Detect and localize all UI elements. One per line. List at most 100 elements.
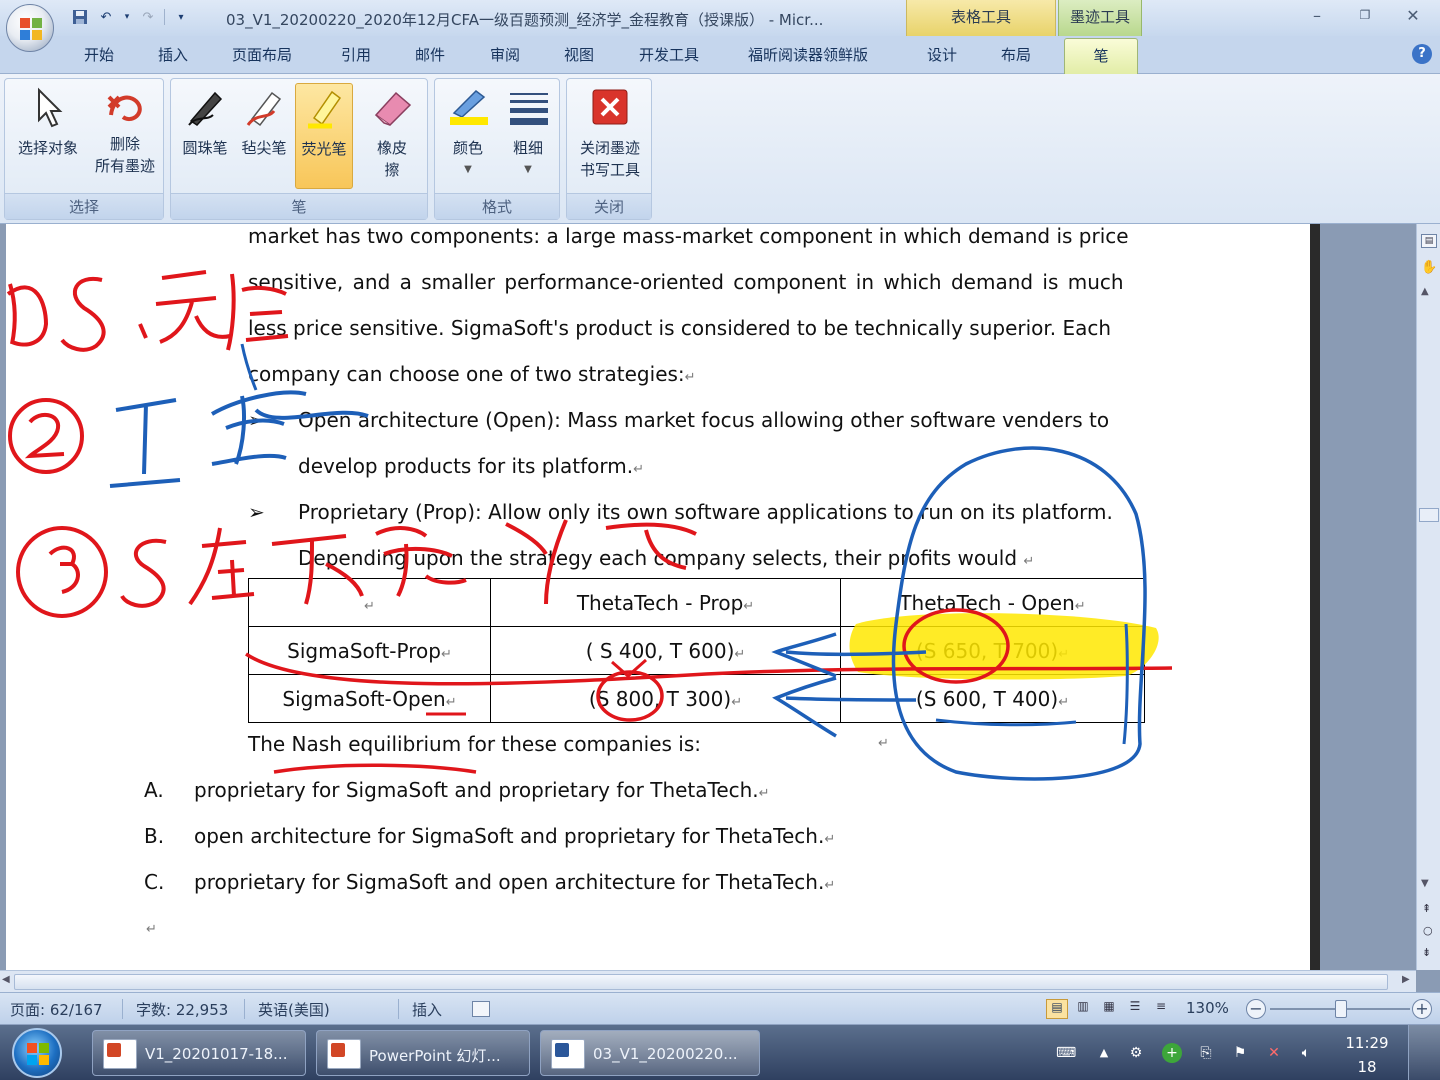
tab-mailings[interactable]: 邮件 xyxy=(415,44,445,65)
option-c-letter: C. xyxy=(144,870,165,894)
select-browse-object-icon[interactable]: ○ xyxy=(1423,924,1433,937)
scroll-right-icon[interactable]: ▶ xyxy=(1402,974,1410,985)
table-row: SigmaSoft-Open↵ (S 800, T 300)↵ (S 600, … xyxy=(248,674,1145,723)
table-cell[interactable]: SigmaSoft-Prop↵ xyxy=(248,626,491,675)
table-cell[interactable]: (S 650, T 700)↵ xyxy=(840,626,1145,675)
action-center-flag-icon[interactable]: ⚑ xyxy=(1230,1043,1250,1063)
undo-dropdown-icon[interactable]: ▾ xyxy=(122,7,132,27)
ink-color-label: 颜色 xyxy=(452,139,483,157)
felt-tip-pen-button[interactable]: 毡尖笔 xyxy=(235,83,293,159)
insert-mode[interactable]: 插入 xyxy=(412,999,442,1020)
close-ink-tools-button[interactable]: 关闭墨迹 书写工具 xyxy=(571,83,649,181)
document-page[interactable]: market has two components: a large mass-… xyxy=(6,224,1310,970)
save-icon[interactable] xyxy=(70,7,90,27)
tab-design[interactable]: 设计 xyxy=(927,44,957,65)
ink-stroke xyxy=(273,763,477,774)
tab-view[interactable]: 视图 xyxy=(564,44,594,65)
keyboard-icon[interactable]: ⌨ xyxy=(1056,1043,1076,1063)
ballpoint-pen-button[interactable]: 圆珠笔 xyxy=(175,83,235,159)
tab-home[interactable]: 开始 xyxy=(84,44,114,65)
window-title: 03_V1_20200220_2020年12月CFA一级百题预测_经济学_金程教… xyxy=(226,11,824,29)
ink-stroke xyxy=(188,527,255,606)
undo-icon[interactable]: ↶ xyxy=(96,7,116,27)
page-count[interactable]: 页面: 62/167 xyxy=(10,999,103,1020)
zoom-level[interactable]: 130% xyxy=(1186,999,1229,1017)
redo-icon[interactable]: ↷ xyxy=(138,7,158,27)
tab-page-layout[interactable]: 页面布局 xyxy=(232,44,292,65)
option-a-letter: A. xyxy=(144,778,164,802)
payoff-table: ↵ ThetaTech - Prop↵ ThetaTech - Open↵ Si… xyxy=(248,578,1145,723)
close-window-icon[interactable]: ✕ xyxy=(1402,6,1424,25)
ink-color-icon xyxy=(444,83,492,131)
ink-thickness-button[interactable]: 粗细 ▼ xyxy=(499,83,557,181)
macro-record-icon[interactable] xyxy=(472,1001,490,1017)
security-plus-icon[interactable]: + xyxy=(1162,1043,1182,1063)
show-desktop-button[interactable] xyxy=(1408,1025,1440,1080)
scroll-left-icon[interactable]: ◀ xyxy=(2,974,10,985)
tab-developer[interactable]: 开发工具 xyxy=(639,44,699,65)
paragraph-mark: ↵ xyxy=(146,922,157,937)
ribbon-tabs: 开始 插入 页面布局 引用 邮件 审阅 视图 开发工具 福昕阅读器领鲜版 设计 … xyxy=(0,36,1440,74)
customize-toolbar-icon[interactable]: ▾ xyxy=(171,7,191,27)
scroll-down-icon[interactable]: ▼ xyxy=(1421,878,1429,889)
restore-icon[interactable]: ❐ xyxy=(1354,8,1376,22)
select-group-label: 选择 xyxy=(5,193,163,219)
table-cell[interactable]: ( S 400, T 600)↵ xyxy=(490,626,841,675)
tab-review[interactable]: 审阅 xyxy=(490,44,520,65)
table-cell[interactable]: ThetaTech - Prop↵ xyxy=(490,578,841,627)
office-button[interactable] xyxy=(6,4,54,52)
table-cell[interactable]: (S 600, T 400)↵ xyxy=(840,674,1145,723)
network-icon[interactable]: ⚙ xyxy=(1126,1043,1146,1063)
network-disconnected-icon[interactable]: ✕ xyxy=(1264,1043,1284,1063)
draft-view-icon[interactable]: ≡ xyxy=(1150,999,1172,1019)
context-tab-ink-tools: 墨迹工具 xyxy=(1058,0,1142,36)
full-screen-reading-icon[interactable]: ▥ xyxy=(1072,999,1094,1019)
taskbar-item-powerpoint-1[interactable]: V1_20201017-18... xyxy=(92,1030,306,1076)
close-group: 关闭墨迹 书写工具 关闭 xyxy=(566,78,652,220)
ink-color-button[interactable]: 颜色 ▼ xyxy=(439,83,497,181)
clipboard-icon[interactable]: ⎘ xyxy=(1196,1043,1216,1063)
table-cell[interactable]: ThetaTech - Open↵ xyxy=(840,578,1145,627)
volume-icon[interactable]: 🔈︎ xyxy=(1296,1043,1316,1063)
minimize-icon[interactable]: – xyxy=(1306,6,1328,25)
zoom-out-icon[interactable]: − xyxy=(1246,999,1266,1019)
zoom-in-icon[interactable]: + xyxy=(1412,999,1432,1019)
tab-insert[interactable]: 插入 xyxy=(158,44,188,65)
web-layout-icon[interactable]: ▦ xyxy=(1098,999,1120,1019)
start-button[interactable] xyxy=(12,1028,62,1078)
table-cell[interactable]: ↵ xyxy=(248,578,491,627)
help-icon[interactable]: ? xyxy=(1412,44,1432,64)
taskbar-item-word[interactable]: 03_V1_20200220... xyxy=(540,1030,760,1076)
outline-view-icon[interactable]: ☰ xyxy=(1124,999,1146,1019)
table-cell[interactable]: SigmaSoft-Open↵ xyxy=(248,674,491,723)
scrollbar-thumb[interactable] xyxy=(1419,508,1439,522)
language[interactable]: 英语(美国) xyxy=(258,999,330,1020)
scrollbar-thumb[interactable] xyxy=(14,974,1388,990)
word-count[interactable]: 字数: 22,953 xyxy=(136,999,228,1020)
ruler-toggle-icon[interactable]: ▤ xyxy=(1421,234,1437,248)
tab-foxit-reader[interactable]: 福昕阅读器领鲜版 xyxy=(748,44,868,65)
ink-stroke xyxy=(48,545,80,594)
taskbar-item-powerpoint-2[interactable]: PowerPoint 幻灯... xyxy=(316,1030,530,1076)
tab-layout[interactable]: 布局 xyxy=(1001,44,1031,65)
option-a-text: proprietary for SigmaSoft and proprietar… xyxy=(194,778,770,802)
print-layout-view-icon[interactable]: ▤ xyxy=(1046,999,1068,1019)
horizontal-scrollbar[interactable]: ◀ ▶ xyxy=(0,970,1416,992)
next-page-icon[interactable]: ⇟ xyxy=(1422,946,1431,959)
eraser-button[interactable]: 橡皮 擦 xyxy=(361,83,423,181)
tab-references[interactable]: 引用 xyxy=(341,44,371,65)
delete-all-ink-button[interactable]: 删除 所有墨迹 xyxy=(87,83,163,177)
tab-pen[interactable]: 笔 xyxy=(1064,38,1138,74)
pan-hand-icon[interactable]: ✋ xyxy=(1421,260,1437,276)
taskbar-item-label: 03_V1_20200220... xyxy=(593,1045,738,1063)
system-clock[interactable]: 11:29 18 xyxy=(1336,1031,1398,1079)
table-cell[interactable]: (S 800, T 300)↵ xyxy=(490,674,841,723)
highlighter-button[interactable]: 荧光笔 xyxy=(295,83,353,189)
select-objects-button[interactable]: 选择对象 xyxy=(9,83,87,159)
vertical-scrollbar[interactable]: ▤ ✋ ▲ ▼ ⇞ ○ ⇟ xyxy=(1416,224,1440,970)
zoom-slider-knob[interactable] xyxy=(1335,1000,1347,1018)
chevron-down-icon: ▼ xyxy=(464,164,472,175)
previous-page-icon[interactable]: ⇞ xyxy=(1422,902,1431,915)
scroll-up-icon[interactable]: ▲ xyxy=(1421,286,1429,297)
show-hidden-icons-icon[interactable]: ▲ xyxy=(1094,1043,1114,1063)
